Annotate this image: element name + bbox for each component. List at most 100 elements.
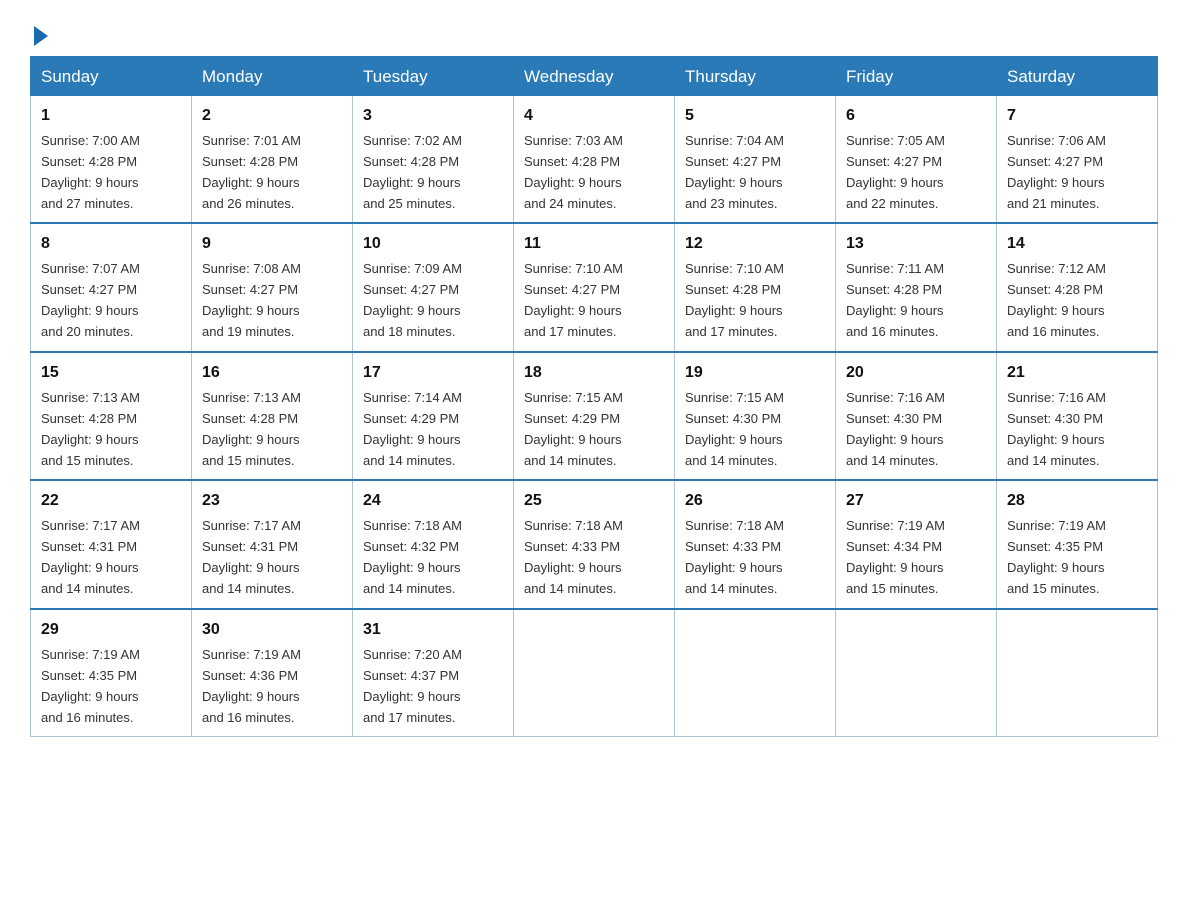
day-number: 19 xyxy=(685,361,825,386)
col-header-tuesday: Tuesday xyxy=(353,57,514,96)
day-info: Sunrise: 7:13 AMSunset: 4:28 PMDaylight:… xyxy=(202,390,301,468)
day-number: 31 xyxy=(363,618,503,643)
day-number: 30 xyxy=(202,618,342,643)
calendar-cell: 7 Sunrise: 7:06 AMSunset: 4:27 PMDayligh… xyxy=(997,96,1158,224)
calendar-cell: 22 Sunrise: 7:17 AMSunset: 4:31 PMDaylig… xyxy=(31,480,192,608)
day-info: Sunrise: 7:12 AMSunset: 4:28 PMDaylight:… xyxy=(1007,261,1106,339)
day-number: 21 xyxy=(1007,361,1147,386)
calendar-cell xyxy=(836,609,997,737)
day-info: Sunrise: 7:18 AMSunset: 4:32 PMDaylight:… xyxy=(363,518,462,596)
day-info: Sunrise: 7:09 AMSunset: 4:27 PMDaylight:… xyxy=(363,261,462,339)
calendar-cell: 5 Sunrise: 7:04 AMSunset: 4:27 PMDayligh… xyxy=(675,96,836,224)
day-number: 1 xyxy=(41,104,181,129)
calendar-week-row: 8 Sunrise: 7:07 AMSunset: 4:27 PMDayligh… xyxy=(31,223,1158,351)
day-info: Sunrise: 7:05 AMSunset: 4:27 PMDaylight:… xyxy=(846,133,945,211)
day-info: Sunrise: 7:15 AMSunset: 4:29 PMDaylight:… xyxy=(524,390,623,468)
day-number: 20 xyxy=(846,361,986,386)
day-number: 9 xyxy=(202,232,342,257)
calendar-cell: 19 Sunrise: 7:15 AMSunset: 4:30 PMDaylig… xyxy=(675,352,836,480)
col-header-thursday: Thursday xyxy=(675,57,836,96)
day-number: 27 xyxy=(846,489,986,514)
day-info: Sunrise: 7:15 AMSunset: 4:30 PMDaylight:… xyxy=(685,390,784,468)
day-info: Sunrise: 7:04 AMSunset: 4:27 PMDaylight:… xyxy=(685,133,784,211)
calendar-week-row: 1 Sunrise: 7:00 AMSunset: 4:28 PMDayligh… xyxy=(31,96,1158,224)
calendar-cell: 20 Sunrise: 7:16 AMSunset: 4:30 PMDaylig… xyxy=(836,352,997,480)
calendar-cell xyxy=(514,609,675,737)
day-info: Sunrise: 7:01 AMSunset: 4:28 PMDaylight:… xyxy=(202,133,301,211)
day-info: Sunrise: 7:18 AMSunset: 4:33 PMDaylight:… xyxy=(685,518,784,596)
day-number: 22 xyxy=(41,489,181,514)
calendar-header-row: SundayMondayTuesdayWednesdayThursdayFrid… xyxy=(31,57,1158,96)
day-info: Sunrise: 7:17 AMSunset: 4:31 PMDaylight:… xyxy=(202,518,301,596)
calendar-cell: 1 Sunrise: 7:00 AMSunset: 4:28 PMDayligh… xyxy=(31,96,192,224)
day-info: Sunrise: 7:03 AMSunset: 4:28 PMDaylight:… xyxy=(524,133,623,211)
day-number: 2 xyxy=(202,104,342,129)
calendar-cell: 21 Sunrise: 7:16 AMSunset: 4:30 PMDaylig… xyxy=(997,352,1158,480)
day-info: Sunrise: 7:11 AMSunset: 4:28 PMDaylight:… xyxy=(846,261,944,339)
col-header-saturday: Saturday xyxy=(997,57,1158,96)
calendar-week-row: 22 Sunrise: 7:17 AMSunset: 4:31 PMDaylig… xyxy=(31,480,1158,608)
calendar-week-row: 15 Sunrise: 7:13 AMSunset: 4:28 PMDaylig… xyxy=(31,352,1158,480)
calendar-cell: 13 Sunrise: 7:11 AMSunset: 4:28 PMDaylig… xyxy=(836,223,997,351)
day-number: 23 xyxy=(202,489,342,514)
page-header xyxy=(30,20,1158,46)
calendar-cell: 27 Sunrise: 7:19 AMSunset: 4:34 PMDaylig… xyxy=(836,480,997,608)
calendar-cell: 8 Sunrise: 7:07 AMSunset: 4:27 PMDayligh… xyxy=(31,223,192,351)
calendar-cell: 12 Sunrise: 7:10 AMSunset: 4:28 PMDaylig… xyxy=(675,223,836,351)
col-header-friday: Friday xyxy=(836,57,997,96)
day-number: 17 xyxy=(363,361,503,386)
col-header-sunday: Sunday xyxy=(31,57,192,96)
logo-area xyxy=(30,20,48,46)
day-info: Sunrise: 7:14 AMSunset: 4:29 PMDaylight:… xyxy=(363,390,462,468)
day-info: Sunrise: 7:19 AMSunset: 4:35 PMDaylight:… xyxy=(41,647,140,725)
day-number: 16 xyxy=(202,361,342,386)
day-number: 26 xyxy=(685,489,825,514)
day-info: Sunrise: 7:06 AMSunset: 4:27 PMDaylight:… xyxy=(1007,133,1106,211)
logo xyxy=(30,26,48,46)
day-info: Sunrise: 7:02 AMSunset: 4:28 PMDaylight:… xyxy=(363,133,462,211)
day-info: Sunrise: 7:00 AMSunset: 4:28 PMDaylight:… xyxy=(41,133,140,211)
calendar-cell: 23 Sunrise: 7:17 AMSunset: 4:31 PMDaylig… xyxy=(192,480,353,608)
day-number: 28 xyxy=(1007,489,1147,514)
day-number: 6 xyxy=(846,104,986,129)
calendar-cell: 10 Sunrise: 7:09 AMSunset: 4:27 PMDaylig… xyxy=(353,223,514,351)
day-info: Sunrise: 7:16 AMSunset: 4:30 PMDaylight:… xyxy=(846,390,945,468)
calendar-cell xyxy=(997,609,1158,737)
day-info: Sunrise: 7:19 AMSunset: 4:36 PMDaylight:… xyxy=(202,647,301,725)
calendar-cell: 2 Sunrise: 7:01 AMSunset: 4:28 PMDayligh… xyxy=(192,96,353,224)
col-header-monday: Monday xyxy=(192,57,353,96)
col-header-wednesday: Wednesday xyxy=(514,57,675,96)
day-info: Sunrise: 7:10 AMSunset: 4:28 PMDaylight:… xyxy=(685,261,784,339)
day-number: 3 xyxy=(363,104,503,129)
day-info: Sunrise: 7:18 AMSunset: 4:33 PMDaylight:… xyxy=(524,518,623,596)
logo-arrow-icon xyxy=(34,26,48,46)
day-number: 11 xyxy=(524,232,664,257)
day-number: 10 xyxy=(363,232,503,257)
day-info: Sunrise: 7:08 AMSunset: 4:27 PMDaylight:… xyxy=(202,261,301,339)
day-number: 4 xyxy=(524,104,664,129)
calendar-cell: 30 Sunrise: 7:19 AMSunset: 4:36 PMDaylig… xyxy=(192,609,353,737)
day-number: 15 xyxy=(41,361,181,386)
calendar-cell: 24 Sunrise: 7:18 AMSunset: 4:32 PMDaylig… xyxy=(353,480,514,608)
day-info: Sunrise: 7:07 AMSunset: 4:27 PMDaylight:… xyxy=(41,261,140,339)
calendar-cell xyxy=(675,609,836,737)
day-number: 24 xyxy=(363,489,503,514)
day-number: 14 xyxy=(1007,232,1147,257)
calendar-cell: 28 Sunrise: 7:19 AMSunset: 4:35 PMDaylig… xyxy=(997,480,1158,608)
calendar-cell: 11 Sunrise: 7:10 AMSunset: 4:27 PMDaylig… xyxy=(514,223,675,351)
day-info: Sunrise: 7:10 AMSunset: 4:27 PMDaylight:… xyxy=(524,261,623,339)
day-number: 13 xyxy=(846,232,986,257)
calendar-cell: 31 Sunrise: 7:20 AMSunset: 4:37 PMDaylig… xyxy=(353,609,514,737)
day-number: 29 xyxy=(41,618,181,643)
calendar-cell: 6 Sunrise: 7:05 AMSunset: 4:27 PMDayligh… xyxy=(836,96,997,224)
calendar-cell: 14 Sunrise: 7:12 AMSunset: 4:28 PMDaylig… xyxy=(997,223,1158,351)
calendar-cell: 9 Sunrise: 7:08 AMSunset: 4:27 PMDayligh… xyxy=(192,223,353,351)
calendar-cell: 15 Sunrise: 7:13 AMSunset: 4:28 PMDaylig… xyxy=(31,352,192,480)
day-number: 7 xyxy=(1007,104,1147,129)
calendar-table: SundayMondayTuesdayWednesdayThursdayFrid… xyxy=(30,56,1158,737)
day-info: Sunrise: 7:19 AMSunset: 4:34 PMDaylight:… xyxy=(846,518,945,596)
day-number: 5 xyxy=(685,104,825,129)
calendar-cell: 29 Sunrise: 7:19 AMSunset: 4:35 PMDaylig… xyxy=(31,609,192,737)
day-info: Sunrise: 7:20 AMSunset: 4:37 PMDaylight:… xyxy=(363,647,462,725)
calendar-cell: 18 Sunrise: 7:15 AMSunset: 4:29 PMDaylig… xyxy=(514,352,675,480)
